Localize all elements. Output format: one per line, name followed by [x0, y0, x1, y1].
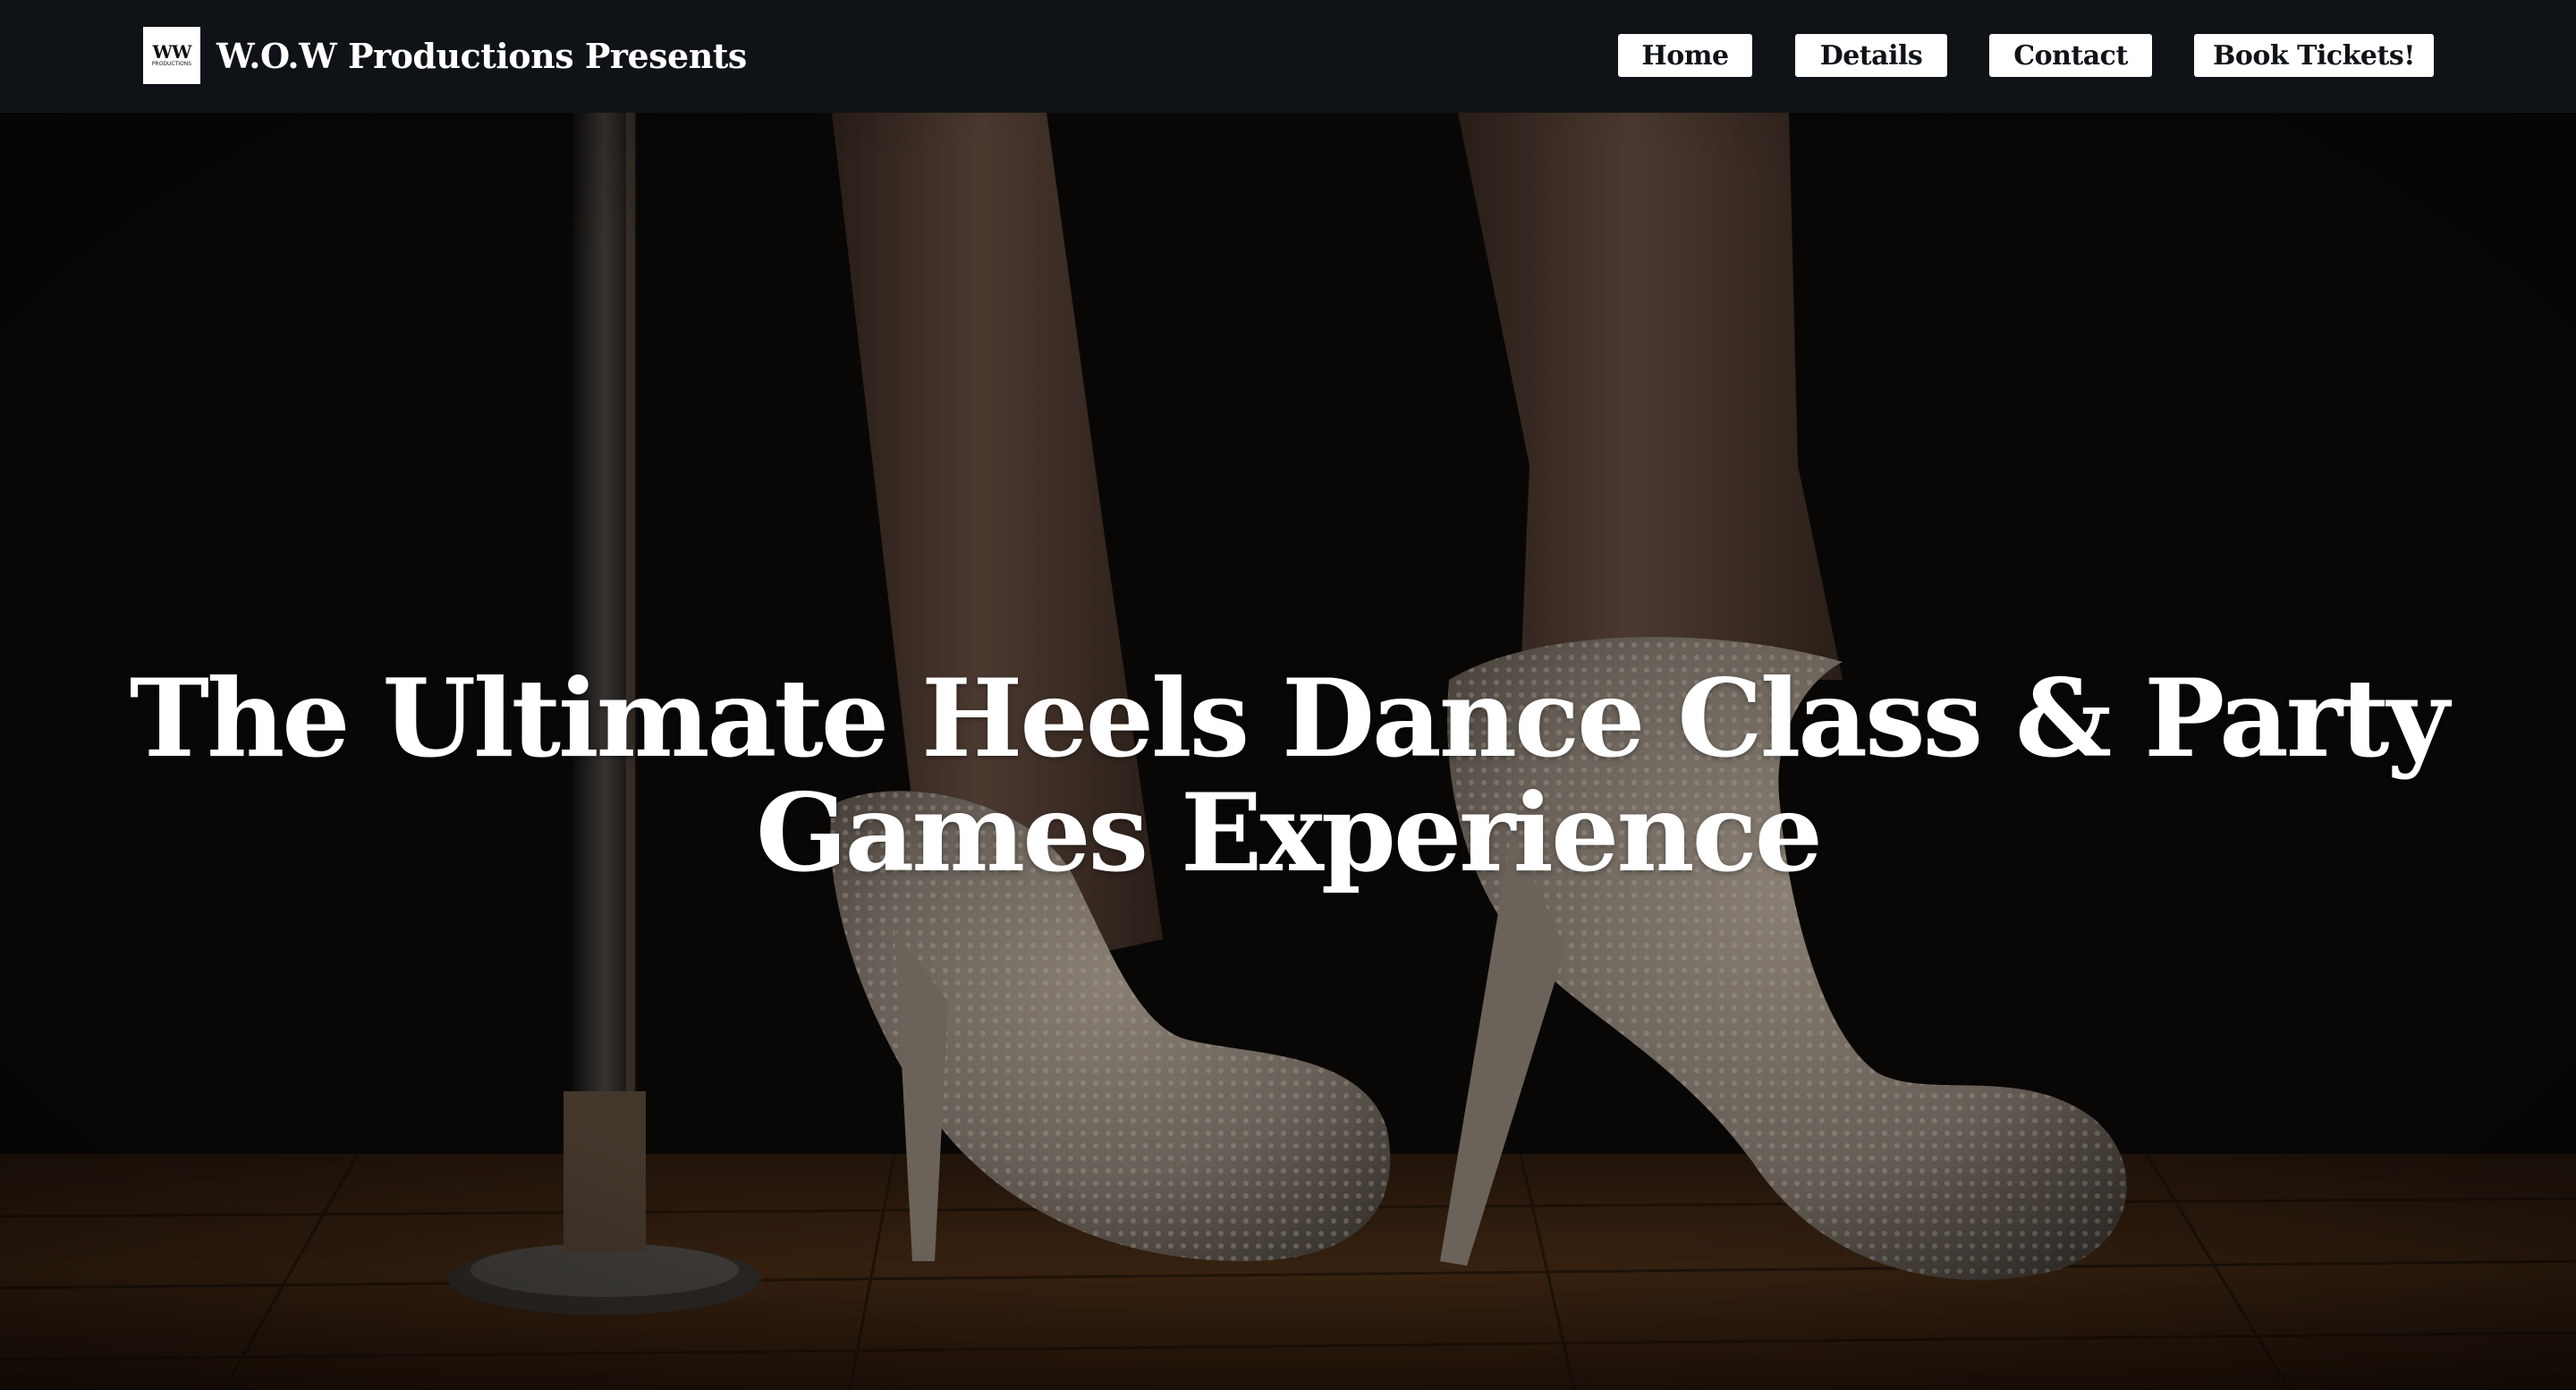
hero-headline: The Ultimate Heels Dance Class & Party G…: [0, 662, 2576, 891]
landing-page: WW PRODUCTIONS W.O.W Productions Present…: [0, 0, 2576, 1390]
hero-headline-line-1: The Ultimate Heels Dance Class & Party: [129, 656, 2449, 783]
brand-title[interactable]: W.O.W Productions Presents: [216, 36, 747, 76]
book-tickets-button[interactable]: Book Tickets!: [2194, 34, 2434, 77]
nav-details-button[interactable]: Details: [1795, 34, 1947, 77]
hero-headline-line-2: Games Experience: [756, 770, 1823, 897]
wow-productions-logo[interactable]: WW PRODUCTIONS: [143, 27, 200, 84]
nav-contact-button[interactable]: Contact: [1989, 34, 2152, 77]
site-header: WW PRODUCTIONS W.O.W Productions Present…: [0, 0, 2576, 113]
logo-subtext: PRODUCTIONS: [151, 61, 192, 67]
logo-mark: WW: [152, 41, 192, 63]
brand[interactable]: WW PRODUCTIONS W.O.W Productions Present…: [143, 27, 747, 84]
nav-home-button[interactable]: Home: [1618, 34, 1752, 77]
